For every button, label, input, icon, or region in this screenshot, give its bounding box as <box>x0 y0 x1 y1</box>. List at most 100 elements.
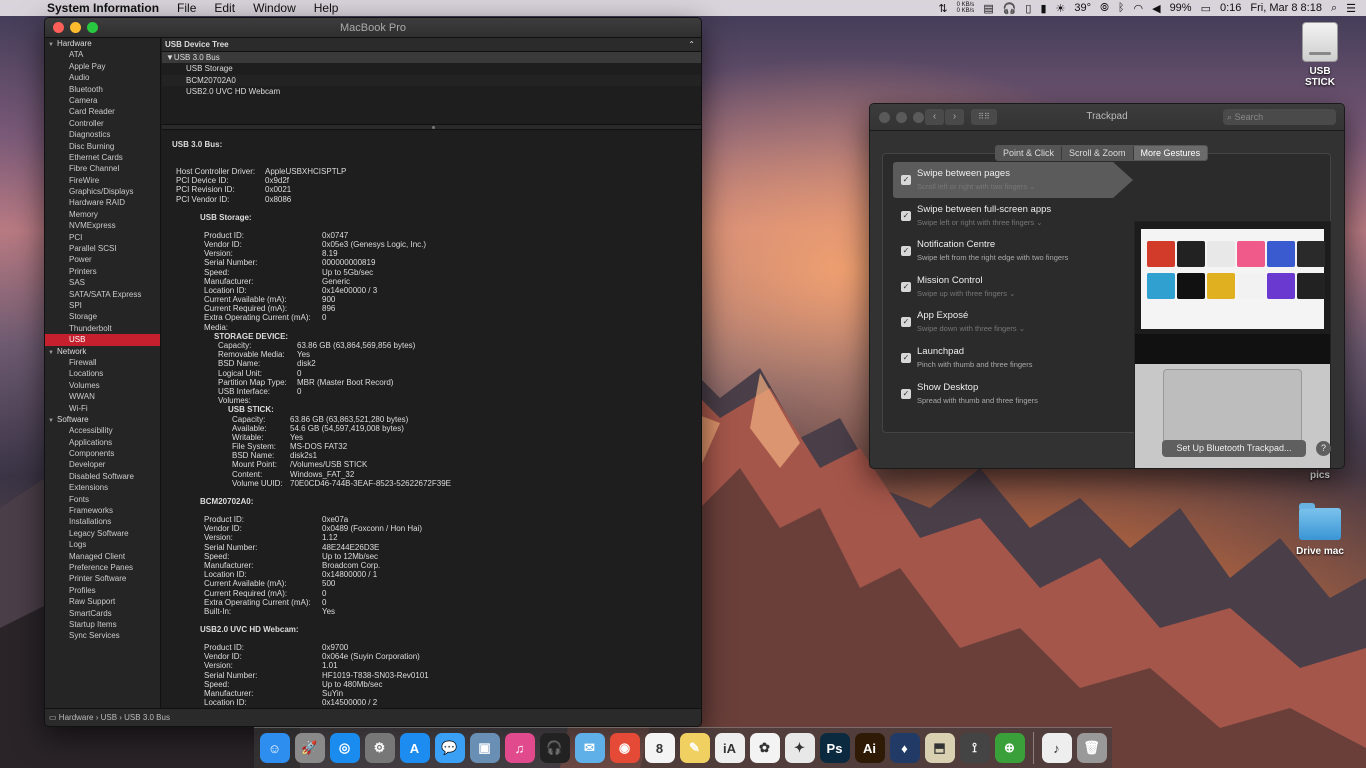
gesture-description[interactable]: Swipe down with three fingers ⌄ <box>917 324 1025 333</box>
sidebar-item[interactable]: Controller <box>45 118 160 129</box>
tree-header[interactable]: USB Device Tree ⌃ <box>162 38 701 52</box>
gesture-option[interactable]: ✓ Notification Centre Swipe left from the … <box>893 233 1113 269</box>
gesture-checkbox[interactable]: ✓ <box>901 388 911 399</box>
tab-scroll-zoom[interactable]: Scroll & Zoom <box>1062 146 1134 160</box>
sidebar-item[interactable]: Preference Panes <box>45 562 160 573</box>
temperature[interactable]: 39° <box>1074 2 1091 14</box>
notification-center-icon[interactable]: ☰ <box>1346 2 1356 15</box>
sidebar-item[interactable]: Graphics/Displays <box>45 186 160 197</box>
installer-icon[interactable]: ⬒ <box>924 733 955 763</box>
sidebar-item[interactable]: SmartCards <box>45 608 160 619</box>
sidebar-item[interactable]: USB <box>45 334 160 346</box>
app-store-icon[interactable]: A <box>399 733 430 763</box>
bluetooth-icon[interactable]: ᛒ <box>1118 2 1125 14</box>
sidebar-category[interactable]: ▼ Hardware <box>45 38 160 49</box>
notes-icon[interactable]: ✎ <box>679 733 710 763</box>
sync-icon[interactable]: ⦾ <box>1100 2 1109 15</box>
sidebar-item[interactable]: Profiles <box>45 585 160 596</box>
sidebar-item[interactable]: Ethernet Cards <box>45 152 160 163</box>
gesture-option[interactable]: ✓ Swipe between pages Scroll left or right… <box>893 162 1133 198</box>
window-titlebar[interactable]: MacBook Pro <box>45 18 701 38</box>
trash-icon[interactable]: 🗑 <box>1076 733 1107 763</box>
tab-more-gestures[interactable]: More Gestures <box>1133 146 1208 160</box>
sidebar-item[interactable]: SPI <box>45 300 160 311</box>
preview-icon[interactable]: ▣ <box>469 733 500 763</box>
sidebar-item[interactable]: Extensions <box>45 482 160 493</box>
battery-tool-icon[interactable]: ▮ <box>1040 2 1046 15</box>
gesture-option[interactable]: ✓ Swipe between full-screen apps Swipe lef… <box>893 198 1113 234</box>
gesture-option[interactable]: ✓ Show Desktop Spread with thumb and three… <box>893 376 1113 412</box>
itunes-icon[interactable]: ♫ <box>504 733 535 763</box>
launchpad-icon[interactable]: 🚀 <box>294 733 325 763</box>
gesture-description[interactable]: Scroll left or right with two fingers ⌄ <box>917 182 1035 191</box>
sidebar-item[interactable]: Sync Services <box>45 630 160 641</box>
gesture-checkbox[interactable]: ✓ <box>901 246 911 257</box>
tab-point-click[interactable]: Point & Click <box>996 146 1063 160</box>
sidebar-item[interactable]: Fibre Channel <box>45 163 160 174</box>
help-button[interactable]: ? <box>1316 441 1331 456</box>
headphones-icon[interactable]: 🎧 <box>539 733 570 763</box>
setup-bluetooth-trackpad-button[interactable]: Set Up Bluetooth Trackpad... <box>1162 440 1306 457</box>
sidebar-item[interactable]: Managed Client <box>45 551 160 562</box>
system-preferences-icon[interactable]: ⚙ <box>364 733 395 763</box>
weather-icon[interactable]: ☀ <box>1056 2 1066 15</box>
sidebar-item[interactable]: Raw Support <box>45 596 160 607</box>
sidebar-category[interactable]: ▼ Software <box>45 414 160 425</box>
disclosure-triangle-icon[interactable]: ▼ <box>48 348 55 359</box>
music-doc-icon[interactable]: ♪ <box>1041 733 1072 763</box>
tree-row[interactable]: BCM20702A0 <box>162 74 701 87</box>
sidebar-item[interactable]: Bluetooth <box>45 84 160 95</box>
volume-icon[interactable]: ◀ <box>1152 2 1160 15</box>
close-button[interactable] <box>53 22 64 33</box>
desktop-drive-mac-folder[interactable]: Drive mac <box>1292 503 1348 557</box>
sidebar-item[interactable]: WWAN <box>45 391 160 402</box>
tree-row[interactable]: ▼USB 3.0 Bus <box>162 52 701 64</box>
sidebar-item[interactable]: Parallel SCSI <box>45 243 160 254</box>
minimize-button[interactable] <box>70 22 81 33</box>
sidebar-item[interactable]: Legacy Software <box>45 528 160 539</box>
collapse-caret-icon[interactable]: ⌃ <box>688 38 695 52</box>
game-icon[interactable]: ♦ <box>889 733 920 763</box>
mail-icon[interactable]: ✉ <box>574 733 605 763</box>
gpu-icon[interactable]: ▤ <box>983 2 993 15</box>
clock[interactable]: Fri, Mar 8 8:18 <box>1250 2 1322 14</box>
photos-icon[interactable]: ✿ <box>749 733 780 763</box>
tree-row[interactable]: USB Storage <box>162 63 701 74</box>
sidebar-item[interactable]: Disabled Software <box>45 471 160 482</box>
sidebar-item[interactable]: Hardware RAID <box>45 197 160 208</box>
disclosure-triangle-icon[interactable]: ▼ <box>48 40 55 51</box>
gesture-checkbox[interactable]: ✓ <box>901 210 911 221</box>
image-tool-icon[interactable]: ✦ <box>784 733 815 763</box>
sidebar-item[interactable]: Audio <box>45 72 160 83</box>
sidebar-item[interactable]: Power <box>45 254 160 265</box>
sidebar-item[interactable]: FireWire <box>45 175 160 186</box>
messages-icon[interactable]: 💬 <box>434 733 465 763</box>
safari-icon[interactable]: ◎ <box>329 733 360 763</box>
sidebar-category[interactable]: ▼ Network <box>45 346 160 357</box>
sidebar-item[interactable]: ATA <box>45 49 160 60</box>
photoshop-icon[interactable]: Ps <box>819 733 850 763</box>
desktop-pics-folder[interactable]: pics <box>1300 470 1340 481</box>
sidebar-item[interactable]: Accessibility <box>45 425 160 436</box>
sidebar-item[interactable]: PCI <box>45 232 160 243</box>
sidebar-item[interactable]: SAS <box>45 277 160 288</box>
battery-percent[interactable]: 99% <box>1170 2 1192 14</box>
sidebar-item[interactable]: Startup Items <box>45 619 160 630</box>
menu-window[interactable]: Window <box>244 0 305 16</box>
upload-arrow-icon[interactable]: ⇅ <box>938 2 947 15</box>
sidebar-item[interactable]: Camera <box>45 95 160 106</box>
sidebar-item[interactable]: Card Reader <box>45 106 160 117</box>
sidebar-item[interactable]: Logs <box>45 539 160 550</box>
network-icon[interactable]: ⟟ <box>959 733 990 763</box>
search-field[interactable]: ⌕ Search <box>1223 109 1336 125</box>
sidebar-item[interactable]: Thunderbolt <box>45 323 160 334</box>
sidebar-item[interactable]: Locations <box>45 368 160 379</box>
menu-edit[interactable]: Edit <box>205 0 244 16</box>
clipboard-icon[interactable]: ▯ <box>1025 2 1031 15</box>
sidebar-item[interactable]: Diagnostics <box>45 129 160 140</box>
sidebar-item[interactable]: Disc Burning <box>45 141 160 152</box>
sidebar-item[interactable]: Developer <box>45 459 160 470</box>
sidebar-item[interactable]: SATA/SATA Express <box>45 289 160 300</box>
sidebar-item[interactable]: Fonts <box>45 494 160 505</box>
sidebar-item[interactable]: Wi-Fi <box>45 403 160 414</box>
